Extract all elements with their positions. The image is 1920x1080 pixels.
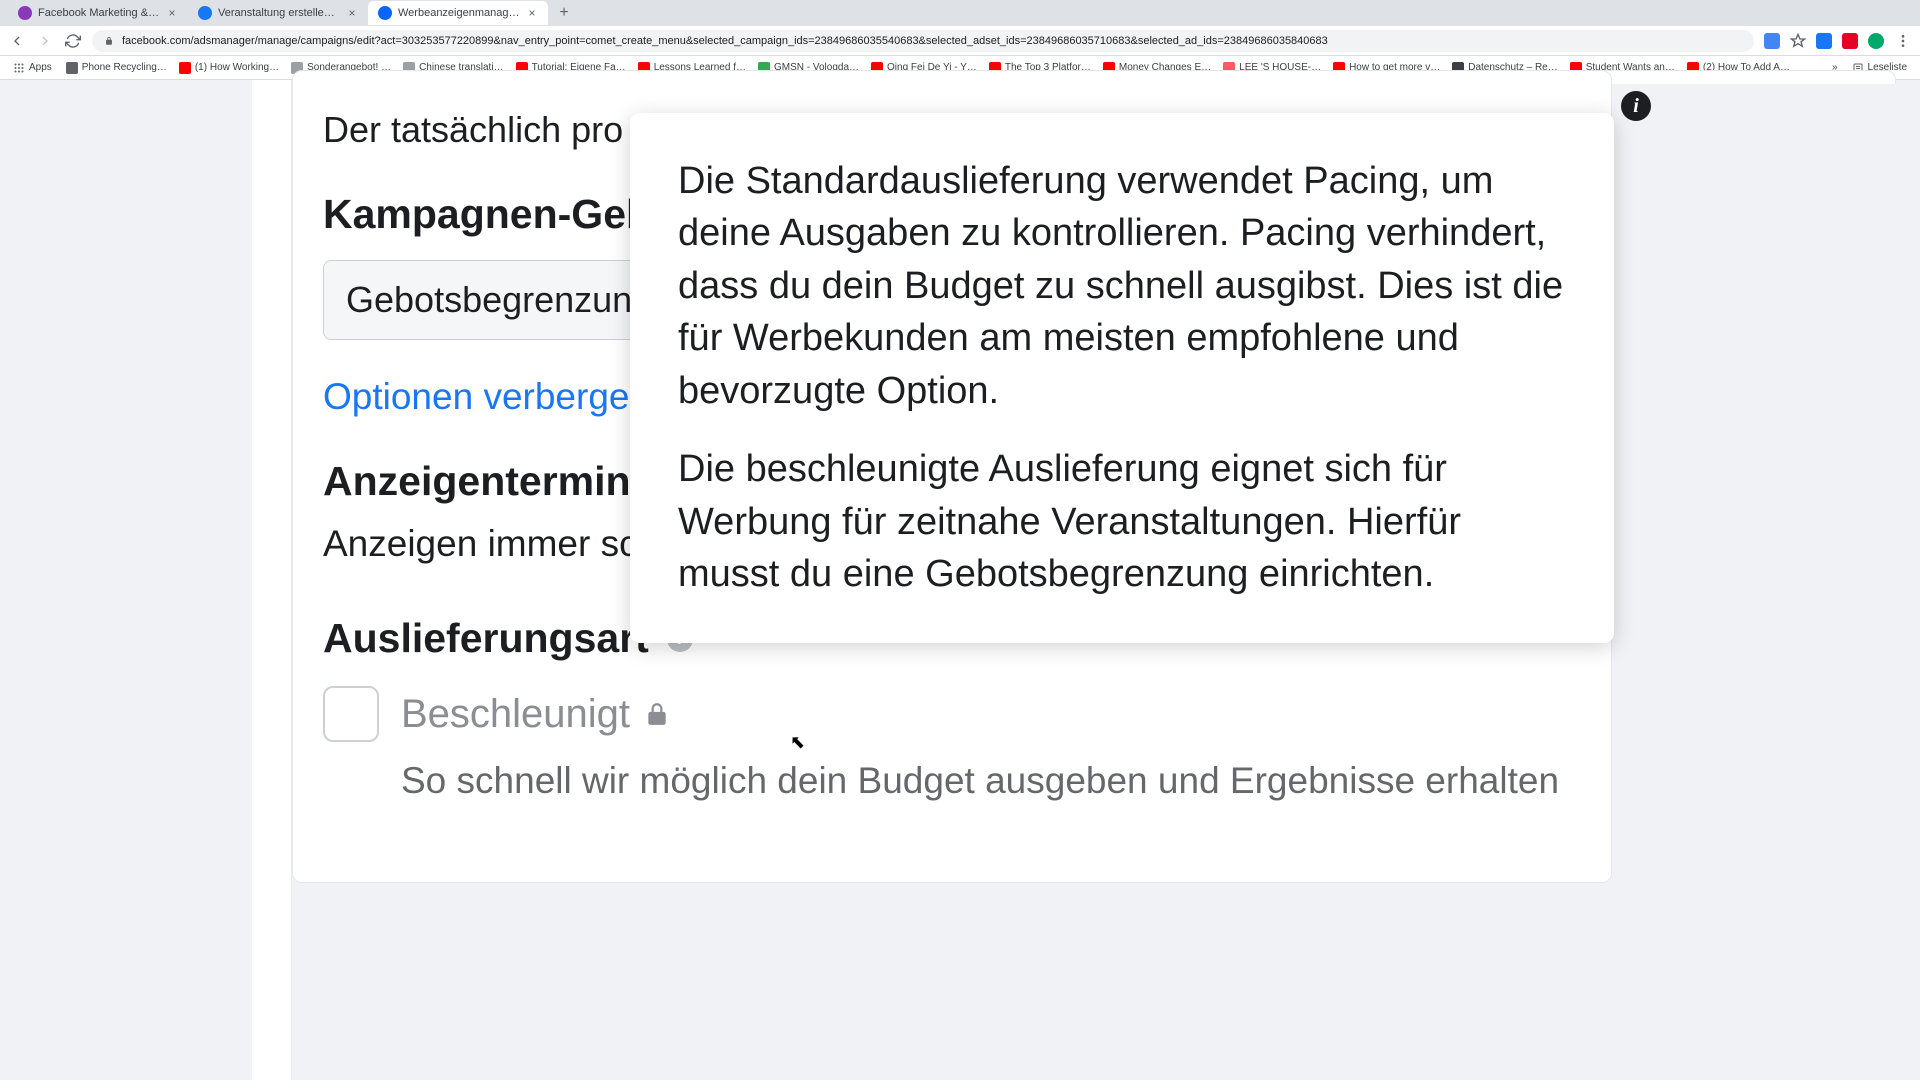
accelerated-desc: So schnell wir möglich dein Budget ausge… (401, 760, 1581, 802)
url-text: facebook.com/adsmanager/manage/campaigns… (122, 35, 1328, 47)
gtranslate-icon[interactable] (1764, 33, 1780, 49)
new-tab-button[interactable]: + (552, 1, 576, 25)
menu-icon[interactable] (1894, 32, 1912, 50)
accelerated-checkbox[interactable] (323, 686, 379, 742)
apps-button[interactable]: Apps (8, 60, 57, 76)
browser-chrome: Facebook Marketing & Werbe… × Veranstalt… (0, 0, 1920, 80)
delivery-tooltip: Die Standardauslieferung verwendet Pacin… (630, 113, 1614, 643)
back-button[interactable] (8, 32, 26, 50)
star-icon[interactable] (1790, 33, 1806, 49)
favicon-icon (66, 62, 78, 74)
bookmark-item[interactable]: Phone Recycling… (61, 60, 172, 76)
bookmark-label: (1) How Working… (195, 62, 279, 73)
tab-2[interactable]: Werbeanzeigenmanager - We… × (368, 1, 548, 25)
ext-generic-icon[interactable] (1868, 33, 1884, 49)
apps-label: Apps (29, 62, 52, 73)
page-content: Der tatsächlich pro Tag ausgegebene Betr… (0, 80, 1920, 1080)
tab-bar: Facebook Marketing & Werbe… × Veranstalt… (0, 0, 1920, 26)
tab-0[interactable]: Facebook Marketing & Werbe… × (8, 1, 188, 25)
tab-1[interactable]: Veranstaltung erstellen | Face… × (188, 1, 368, 25)
info-icon[interactable]: i (1621, 91, 1651, 121)
ext-pin-icon[interactable] (1842, 33, 1858, 49)
close-icon[interactable]: × (526, 7, 538, 19)
address-bar: facebook.com/adsmanager/manage/campaigns… (0, 26, 1920, 56)
checkbox-label-text: Beschleunigt (401, 692, 630, 737)
tooltip-paragraph-1: Die Standardauslieferung verwendet Pacin… (678, 155, 1566, 417)
apps-icon (13, 62, 25, 74)
ext-fb-icon[interactable] (1816, 33, 1832, 49)
close-icon[interactable]: × (346, 7, 358, 19)
dropdown-value: Gebotsbegrenzung (346, 279, 652, 320)
favicon-icon (179, 62, 191, 74)
favicon-icon (198, 6, 212, 20)
url-input[interactable]: facebook.com/adsmanager/manage/campaigns… (92, 30, 1754, 52)
accelerated-label: Beschleunigt (401, 692, 670, 737)
close-icon[interactable]: × (166, 7, 178, 19)
delivery-heading: Auslieferungsart (323, 615, 649, 662)
left-rail (252, 80, 292, 1080)
tooltip-paragraph-2: Die beschleunigte Auslieferung eignet si… (678, 443, 1566, 600)
forward-button[interactable] (36, 32, 54, 50)
tab-title: Facebook Marketing & Werbe… (38, 7, 160, 19)
bookmark-label: Phone Recycling… (82, 62, 167, 73)
favicon-icon (378, 6, 392, 20)
bookmark-item[interactable]: (1) How Working… (174, 60, 284, 76)
tab-title: Veranstaltung erstellen | Face… (218, 7, 340, 19)
tab-title: Werbeanzeigenmanager - We… (398, 7, 520, 19)
favicon-icon (18, 6, 32, 20)
lock-icon (644, 699, 670, 729)
cursor-icon: ⬉ (790, 732, 805, 753)
toolbar-right (1764, 32, 1912, 50)
lock-icon (104, 36, 114, 46)
reload-button[interactable] (64, 32, 82, 50)
